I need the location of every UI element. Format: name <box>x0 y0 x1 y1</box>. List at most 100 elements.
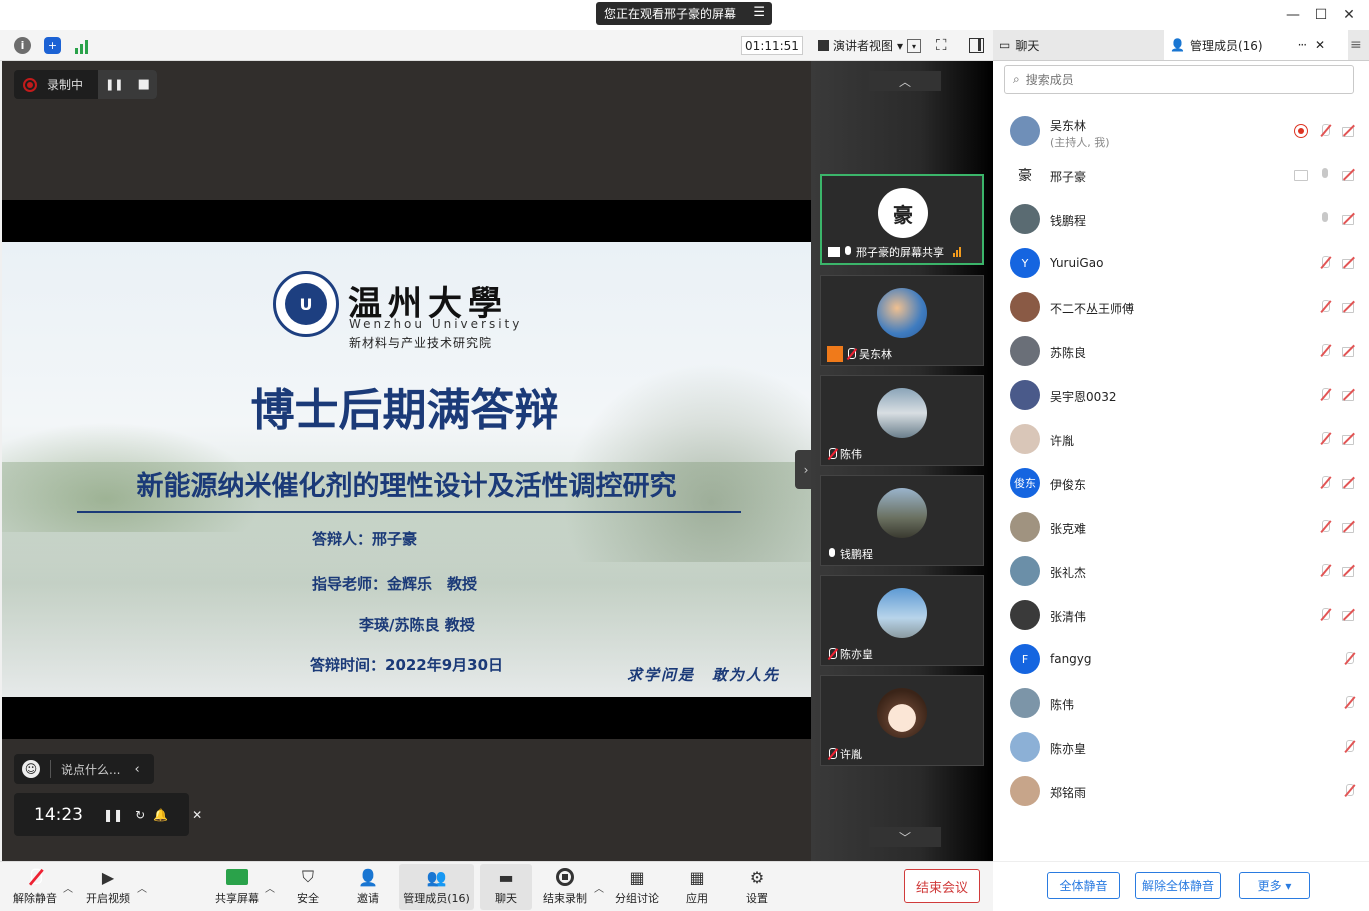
mic-icon[interactable] <box>1318 212 1332 226</box>
mic-off-icon[interactable] <box>1318 432 1332 446</box>
stop-recording-button[interactable]: ■ <box>138 77 150 92</box>
minimize-icon[interactable]: — <box>1283 5 1303 25</box>
maximize-icon[interactable]: ☐ <box>1311 5 1331 25</box>
emoji-icon[interactable]: ☺ <box>22 760 40 778</box>
mic-off-icon[interactable] <box>1318 608 1332 622</box>
mic-off-icon[interactable] <box>1342 696 1356 710</box>
camera-off-icon[interactable] <box>1342 388 1356 402</box>
chevron-up-icon[interactable]: ︿ <box>137 880 147 895</box>
bell-icon[interactable]: 🔔 <box>153 808 168 822</box>
shield-icon[interactable]: + <box>44 37 61 54</box>
layout-icon[interactable] <box>969 38 984 53</box>
menu-icon[interactable]: ☰ <box>753 5 765 20</box>
mic-off-icon[interactable] <box>1318 124 1332 138</box>
camera-off-icon[interactable] <box>1342 168 1356 182</box>
member-row[interactable]: 俊东 伊俊东 <box>993 461 1369 505</box>
member-row[interactable]: 钱鹏程 <box>993 197 1369 241</box>
mic-off-icon[interactable] <box>1318 476 1332 490</box>
strip-down-button[interactable]: ﹀ <box>869 827 941 847</box>
camera-off-icon[interactable] <box>1342 300 1356 314</box>
end-recording-button[interactable]: 结束录制 <box>540 864 590 910</box>
thumb-participant[interactable]: 陈伟 <box>820 375 984 466</box>
member-row[interactable]: 豪邢子豪 <box>993 153 1369 197</box>
camera-off-icon[interactable] <box>1342 564 1356 578</box>
pip-icon[interactable]: ▾ <box>907 39 921 53</box>
chat-button[interactable]: ▬ 聊天 <box>480 864 532 910</box>
start-video-button[interactable]: ▶ 开启视频 <box>83 864 133 910</box>
camera-off-icon[interactable] <box>1342 476 1356 490</box>
signal-icon[interactable] <box>75 37 92 54</box>
pause-recording-button[interactable]: ❚❚ <box>105 78 123 91</box>
chevron-left-icon[interactable]: ‹ <box>134 762 139 777</box>
reset-icon[interactable]: ↻ <box>135 808 145 822</box>
mic-off-icon[interactable] <box>1318 520 1332 534</box>
breakout-button[interactable]: ▦ 分组讨论 <box>613 864 661 910</box>
end-meeting-button[interactable]: 结束会议 <box>904 869 980 903</box>
pause-icon[interactable]: ❚❚ <box>103 808 123 822</box>
camera-off-icon[interactable] <box>1342 520 1356 534</box>
tab-members[interactable]: 👤 管理成员(16) ··· ✕ <box>1164 30 1348 60</box>
close-icon[interactable]: ✕ <box>1339 5 1359 25</box>
mic-off-icon[interactable] <box>1318 388 1332 402</box>
security-button[interactable]: ⛉ 安全 <box>288 864 328 910</box>
mute-all-button[interactable]: 全体静音 <box>1047 872 1120 899</box>
mic-off-icon[interactable] <box>1342 784 1356 798</box>
chevron-up-icon[interactable]: ︿ <box>265 880 275 895</box>
member-row[interactable]: 陈伟 <box>993 681 1369 725</box>
camera-off-icon[interactable] <box>1342 212 1356 226</box>
member-row[interactable]: 陈亦皇 <box>993 725 1369 769</box>
thumb-screen-share[interactable]: 豪 邢子豪的屏幕共享 <box>820 174 984 265</box>
more-icon[interactable]: ··· <box>1298 38 1308 52</box>
camera-off-icon[interactable] <box>1342 124 1356 138</box>
member-row[interactable]: 郑铭雨 <box>993 769 1369 813</box>
chevron-up-icon[interactable]: ︿ <box>63 880 73 895</box>
mic-off-icon[interactable] <box>1342 740 1356 754</box>
member-row[interactable]: 苏陈良 <box>993 329 1369 373</box>
camera-off-icon[interactable] <box>1342 432 1356 446</box>
quick-chat[interactable]: ☺ 说点什么... ‹ <box>14 754 154 784</box>
close-tab-icon[interactable]: ✕ <box>1315 38 1325 52</box>
mic-off-icon[interactable] <box>1318 344 1332 358</box>
member-row[interactable]: 吴东林 (主持人, 我) <box>993 109 1369 153</box>
camera-off-icon[interactable] <box>1342 608 1356 622</box>
camera-off-icon[interactable] <box>1342 256 1356 270</box>
tab-chat[interactable]: ▭ 聊天 <box>993 30 1164 60</box>
member-row[interactable]: 张克难 <box>993 505 1369 549</box>
mic-icon[interactable] <box>1318 168 1332 182</box>
member-search[interactable]: ⌕ <box>1004 65 1354 94</box>
mic-off-icon[interactable] <box>1342 652 1356 666</box>
mic-off-icon[interactable] <box>1318 564 1332 578</box>
camera-off-icon[interactable] <box>1342 344 1356 358</box>
mic-off-icon[interactable] <box>1318 256 1332 270</box>
settings-button[interactable]: ⚙ 设置 <box>738 864 776 910</box>
search-input[interactable] <box>1025 72 1326 87</box>
mic-off-icon[interactable] <box>1318 300 1332 314</box>
unmute-all-button[interactable]: 解除全体静音 <box>1135 872 1221 899</box>
recording-icon[interactable] <box>1294 124 1308 138</box>
share-screen-icon[interactable] <box>1294 168 1308 182</box>
close-countdown-icon[interactable]: ✕ <box>192 808 202 822</box>
member-row[interactable]: 吴宇恩0032 <box>993 373 1369 417</box>
chevron-up-icon[interactable]: ︿ <box>594 880 604 895</box>
more-button[interactable]: 更多 ▾ <box>1239 872 1310 899</box>
thumb-participant[interactable]: 钱鹏程 <box>820 475 984 566</box>
apps-button[interactable]: ▦ 应用 <box>678 864 716 910</box>
thumb-participant[interactable]: 许胤 <box>820 675 984 766</box>
member-row[interactable]: 张清伟 <box>993 593 1369 637</box>
share-notice[interactable]: 您正在观看邢子豪的屏幕 ☰ <box>596 2 772 25</box>
invite-button[interactable]: 👤 邀请 <box>348 864 388 910</box>
member-row[interactable]: Y YuruiGao <box>993 241 1369 285</box>
member-row[interactable]: 张礼杰 <box>993 549 1369 593</box>
manage-members-button[interactable]: 👥 管理成员(16) <box>399 864 474 910</box>
thumb-participant[interactable]: 吴东林 <box>820 275 984 366</box>
member-row[interactable]: 不二不丛王师傅 <box>993 285 1369 329</box>
info-icon[interactable]: i <box>14 37 31 54</box>
member-row[interactable]: Ffangyg <box>993 637 1369 681</box>
fullscreen-icon[interactable]: ⛶ <box>936 36 947 54</box>
unmute-button[interactable]: 解除静音 <box>10 864 60 910</box>
member-row[interactable]: 许胤 <box>993 417 1369 461</box>
speaker-view-button[interactable]: 演讲者视图 ▾ <box>818 36 903 55</box>
hamburger-icon[interactable]: ≡ <box>1350 37 1362 53</box>
thumb-participant[interactable]: 陈亦皇 <box>820 575 984 666</box>
share-screen-button[interactable]: 共享屏幕 <box>211 864 263 910</box>
